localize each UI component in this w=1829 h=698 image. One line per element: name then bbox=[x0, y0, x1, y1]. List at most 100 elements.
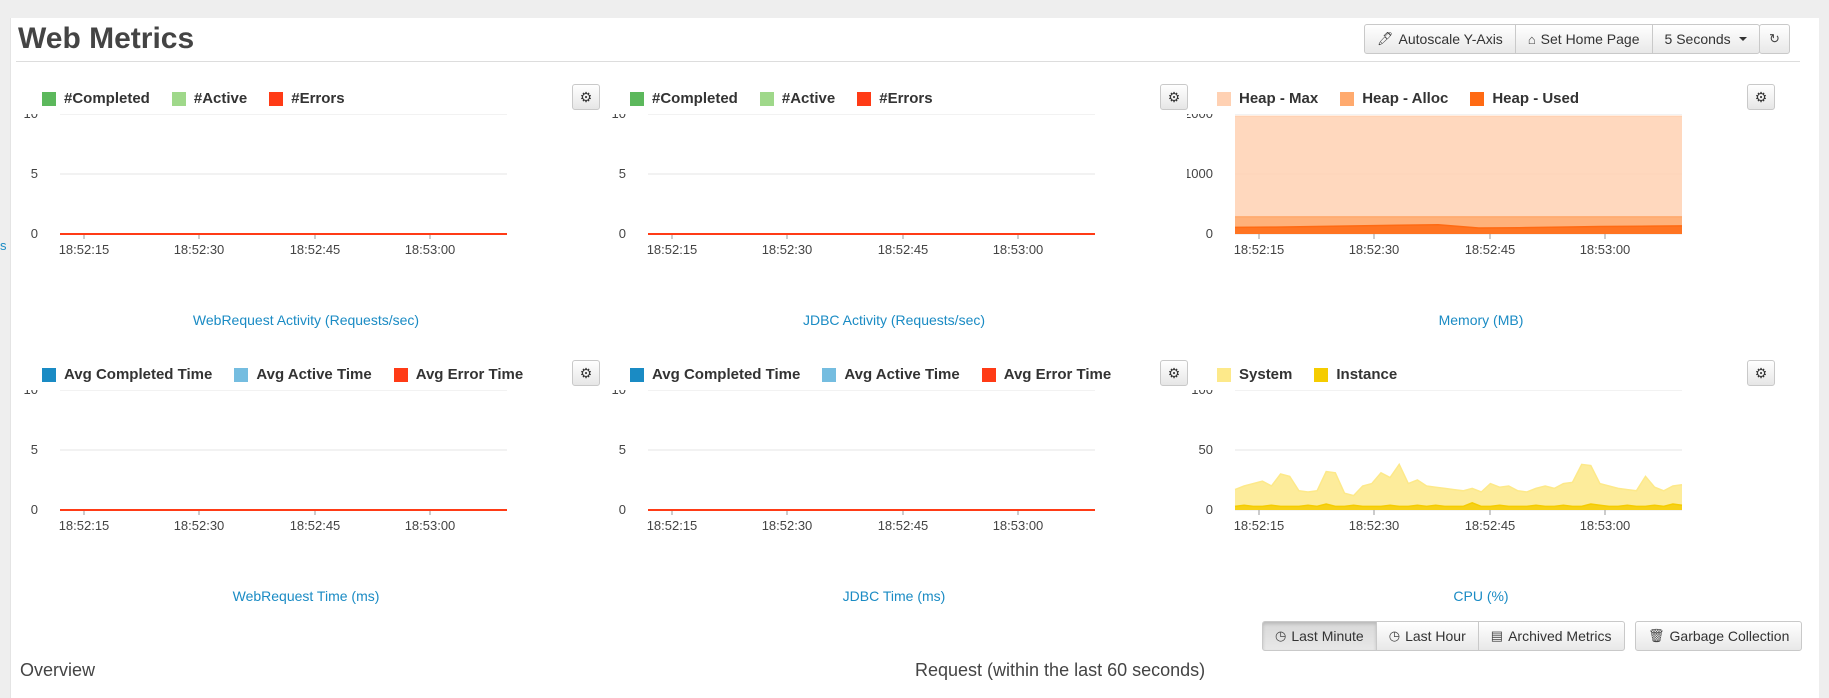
chart-settings-button[interactable]: ⚙ bbox=[1747, 84, 1775, 110]
last-hour-button[interactable]: ◷ Last Hour bbox=[1375, 621, 1479, 651]
interval-dropdown[interactable]: 5 Seconds bbox=[1651, 24, 1760, 54]
y-tick-label: 0 bbox=[31, 226, 38, 241]
legend-swatch bbox=[630, 367, 644, 382]
y-tick-label: 5 bbox=[31, 166, 38, 181]
last-minute-label: Last Minute bbox=[1291, 628, 1364, 644]
chart-title: Memory (MB) bbox=[1438, 312, 1524, 328]
legend-item[interactable]: #Errors bbox=[857, 90, 933, 107]
sidebar-edge-link[interactable]: s bbox=[0, 238, 7, 253]
x-tick-label: 18:52:45 bbox=[1465, 242, 1516, 257]
chart-memory: Heap - Max Heap - Alloc Heap - Used ⚙ 2000… bbox=[1187, 84, 1775, 354]
legend-label: System bbox=[1239, 366, 1293, 383]
archived-metrics-button[interactable]: ▤ Archived Metrics bbox=[1477, 621, 1625, 651]
y-tick-label: 5 bbox=[31, 442, 38, 457]
legend-swatch bbox=[1217, 367, 1231, 382]
legend-label: Avg Completed Time bbox=[652, 366, 801, 383]
set-home-page-button[interactable]: ⌂ Set Home Page bbox=[1514, 24, 1653, 54]
legend-item[interactable]: Avg Error Time bbox=[393, 366, 524, 383]
x-tick-label: 18:52:15 bbox=[1234, 518, 1285, 533]
legend-swatch bbox=[393, 367, 408, 382]
chart-settings-button[interactable]: ⚙ bbox=[1160, 84, 1188, 110]
legend-item[interactable]: #Errors bbox=[269, 90, 345, 107]
chart-plot: 10 5 0 18:52:15 18:52:30 18:52:45 18:53:00 bbox=[24, 390, 507, 533]
clock-icon: ◷ bbox=[1388, 628, 1401, 643]
chart-title: JDBC Activity (Requests/sec) bbox=[802, 312, 986, 328]
chart-settings-button[interactable]: ⚙ bbox=[1160, 360, 1188, 386]
legend-label: #Active bbox=[781, 90, 836, 107]
legend-item[interactable]: Avg Completed Time bbox=[42, 366, 212, 383]
chart-cpu: System Instance ⚙ 10050018:52:1518:52:301… bbox=[1187, 360, 1775, 630]
gear-icon: ⚙ bbox=[1754, 88, 1768, 105]
legend-label: Avg Error Time bbox=[415, 366, 524, 383]
chart-plot: 100 50 0 18:52:15 18:52:30 18:52:45 18:53:00 bbox=[1191, 390, 1683, 533]
x-tick-label: 18:52:15 bbox=[1234, 242, 1285, 257]
x-tick-label: 18:53:00 bbox=[405, 518, 456, 533]
x-tick-label: 18:53:00 bbox=[993, 242, 1044, 257]
chart-legend: #Completed #Active #Errors bbox=[630, 90, 955, 107]
chart-title: JDBC Time (ms) bbox=[842, 588, 946, 604]
legend-item[interactable]: #Completed bbox=[630, 90, 738, 107]
magic-wand-icon: 🖊︎ bbox=[1377, 31, 1394, 46]
autoscale-button[interactable]: 🖊︎ Autoscale Y-Axis bbox=[1364, 24, 1516, 54]
x-tick-label: 18:53:00 bbox=[993, 518, 1044, 533]
y-tick-label: 0 bbox=[619, 502, 626, 517]
trash-icon: 🗑︎ bbox=[1648, 628, 1665, 643]
legend-swatch bbox=[759, 91, 774, 106]
archived-metrics-label: Archived Metrics bbox=[1508, 628, 1612, 644]
legend-item[interactable]: #Completed bbox=[42, 90, 150, 107]
x-tick-label: 18:52:30 bbox=[1349, 242, 1400, 257]
gear-icon: ⚙ bbox=[579, 364, 593, 381]
legend-item[interactable]: Avg Error Time bbox=[981, 366, 1112, 383]
legend-item[interactable]: Heap - Alloc bbox=[1340, 90, 1448, 107]
chart-settings-button[interactable]: ⚙ bbox=[572, 84, 600, 110]
legend-item[interactable]: #Active bbox=[759, 90, 836, 107]
y-tick-label: 2000 bbox=[1187, 114, 1213, 121]
legend-label: #Completed bbox=[64, 90, 150, 107]
chart-title: WebRequest Activity (Requests/sec) bbox=[192, 312, 420, 328]
legend-item[interactable]: Avg Active Time bbox=[822, 366, 960, 383]
chart-plot: 10 5 0 18:52:15 18:52:30 18:52:45 18:53:00 bbox=[24, 114, 507, 257]
chart-title: WebRequest Time (ms) bbox=[232, 588, 380, 604]
last-minute-button[interactable]: ◷ Last Minute bbox=[1262, 621, 1377, 651]
home-icon: ⌂ bbox=[1527, 31, 1536, 47]
set-home-page-label: Set Home Page bbox=[1540, 31, 1640, 47]
title-divider bbox=[16, 61, 1800, 62]
chart-jdbc-time: Avg Completed Time Avg Active Time Avg Err… bbox=[600, 360, 1188, 630]
x-tick-label: 18:52:15 bbox=[647, 518, 698, 533]
chart-legend: Avg Completed Time Avg Active Time Avg Err… bbox=[42, 366, 545, 383]
x-tick-label: 18:53:00 bbox=[405, 242, 456, 257]
legend-swatch bbox=[42, 367, 56, 382]
y-tick-label: 10 bbox=[612, 390, 626, 397]
gear-icon: ⚙ bbox=[1167, 88, 1181, 105]
legend-label: Avg Error Time bbox=[1003, 366, 1112, 383]
x-tick-label: 18:53:00 bbox=[1580, 518, 1631, 533]
legend-swatch bbox=[1470, 91, 1485, 106]
autoscale-label: Autoscale Y-Axis bbox=[1398, 31, 1503, 47]
legend-item[interactable]: Instance bbox=[1314, 366, 1397, 383]
interval-label: 5 Seconds bbox=[1664, 31, 1731, 47]
legend-swatch bbox=[42, 91, 56, 106]
legend-swatch bbox=[234, 367, 249, 382]
y-tick-label: 0 bbox=[31, 502, 38, 517]
legend-item[interactable]: Heap - Max bbox=[1217, 90, 1318, 107]
garbage-collection-button[interactable]: 🗑︎ Garbage Collection bbox=[1635, 621, 1803, 651]
legend-swatch bbox=[822, 367, 837, 382]
request-heading: Request (within the last 60 seconds) bbox=[915, 660, 1206, 680]
legend-label: #Completed bbox=[652, 90, 738, 107]
legend-item[interactable]: Avg Active Time bbox=[234, 366, 372, 383]
legend-swatch bbox=[1314, 367, 1329, 382]
refresh-button[interactable]: ↻ bbox=[1759, 24, 1790, 54]
y-tick-label: 0 bbox=[619, 226, 626, 241]
legend-item[interactable]: Avg Completed Time bbox=[630, 366, 800, 383]
last-hour-label: Last Hour bbox=[1405, 628, 1466, 644]
legend-item[interactable]: Heap - Used bbox=[1470, 90, 1579, 107]
caret-down-icon bbox=[1738, 37, 1747, 41]
chart-settings-button[interactable]: ⚙ bbox=[572, 360, 600, 386]
legend-label: Instance bbox=[1336, 366, 1398, 383]
chart-settings-button[interactable]: ⚙ bbox=[1747, 360, 1775, 386]
x-tick-label: 18:52:15 bbox=[647, 242, 698, 257]
legend-item[interactable]: System bbox=[1217, 366, 1292, 383]
y-tick-label: 100 bbox=[1191, 390, 1213, 397]
legend-item[interactable]: #Active bbox=[171, 90, 247, 107]
page-title: Web Metrics bbox=[18, 22, 195, 55]
